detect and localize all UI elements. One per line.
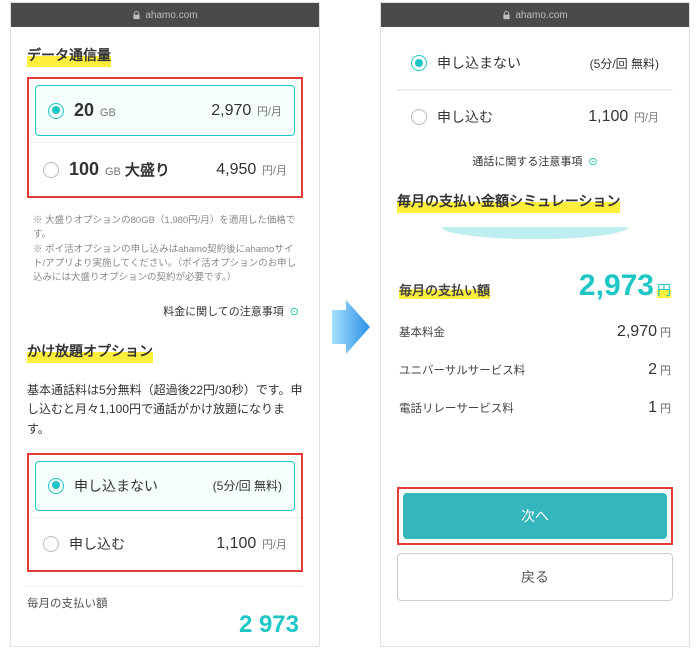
call-opt-label: 申し込む [437,107,493,127]
call-section-title: かけ放題オプション [27,339,153,363]
left-content: データ通信量 20 GB 2,970 円/月 100 GB 大盛り 4,950 円… [11,27,319,647]
phone-right: ahamo.com 申し込まない (5分/回 無料) 申し込む 1,100 円/… [380,2,690,647]
call-option-group-right: 申し込まない (5分/回 無料) 申し込む 1,100 円/月 [397,37,673,143]
sim-total-label: 毎月の支払い額 [399,280,490,299]
data-section-title: データ通信量 [27,43,111,67]
radio-icon [411,55,427,71]
call-opt-price: 1,100 [588,108,628,125]
url-bar: ahamo.com [381,3,689,27]
plan-unit: GB [100,107,116,119]
plan-footnote: ※ 大盛りオプションの80GB（1,980円/月）を適用した価格です。 ※ ポイ… [27,206,303,293]
radio-icon [43,536,59,552]
sim-section-title: 毎月の支払い金額シミュレーション [397,189,620,213]
monthly-label: 毎月の支払い額 [27,595,303,611]
sim-total-value: 2,973 [579,269,654,302]
call-opt-right: (5分/回 無料) [590,55,659,72]
url-text: ahamo.com [145,10,197,21]
call-opt-apply[interactable]: 申し込む 1,100 円/月 [397,90,673,143]
radio-icon [43,162,59,178]
call-notice-link[interactable]: 通話に関する注意事項⊙ [401,153,669,169]
url-bar: ahamo.com [11,3,319,27]
plan-price: 2,970 [211,102,251,119]
chevron-right-icon: ⊙ [588,156,597,168]
url-text: ahamo.com [515,10,567,21]
sim-line-base: 基本料金 2,970円 [397,313,673,351]
call-opt-apply[interactable]: 申し込む 1,100 円/月 [29,517,301,570]
call-opt-label: 申し込む [69,534,125,554]
plan-amount: 20 [74,100,94,120]
price-notice-link[interactable]: 料金に関しての注意事項⊙ [31,303,299,319]
plan-100gb[interactable]: 100 GB 大盛り 4,950 円/月 [29,142,301,196]
plan-per: 円/月 [257,106,282,118]
sim-line-relay: 電話リレーサービス料 1円 [397,389,673,427]
plan-20gb[interactable]: 20 GB 2,970 円/月 [35,85,295,136]
monthly-peek: 2 973 [27,611,303,639]
lock-icon [502,11,511,20]
call-option-group: 申し込まない (5分/回 無料) 申し込む 1,100 円/月 [27,453,303,572]
call-opt-none[interactable]: 申し込まない (5分/回 無料) [35,461,295,511]
right-content: 申し込まない (5分/回 無料) 申し込む 1,100 円/月 通話に関する注意… [381,27,689,617]
radio-icon [48,478,64,494]
sim-total-unit: 円 [657,282,671,298]
call-opt-price: 1,100 [216,535,256,552]
data-plan-group: 20 GB 2,970 円/月 100 GB 大盛り 4,950 円/月 [27,77,303,198]
chevron-right-icon: ⊙ [290,306,299,318]
plan-amount: 100 [69,159,99,179]
arrow-right-icon [332,300,370,354]
call-opt-label: 申し込まない [74,476,158,496]
wave-decoration [381,227,689,247]
plan-badge: 大盛り [125,162,170,179]
radio-icon [411,109,427,125]
call-opt-none[interactable]: 申し込まない (5分/回 無料) [397,37,673,90]
call-opt-right: (5分/回 無料) [213,477,282,494]
plan-per: 円/月 [262,165,287,177]
call-description: 基本通話料は5分無料（超過後22円/30秒）です。申し込むと月々1,100円で通… [27,381,303,439]
lock-icon [132,11,141,20]
phone-left: ahamo.com データ通信量 20 GB 2,970 円/月 100 GB 大… [10,2,320,647]
sim-line-universal: ユニバーサルサービス料 2円 [397,351,673,389]
plan-unit: GB [105,166,121,178]
call-opt-label: 申し込まない [437,53,521,73]
back-button[interactable]: 戻る [397,553,673,601]
radio-icon [48,103,64,119]
next-button-highlight: 次へ [397,487,673,545]
plan-price: 4,950 [216,161,256,178]
sim-total-row: 毎月の支払い額 2,973円 [397,259,673,313]
next-button[interactable]: 次へ [403,493,667,539]
